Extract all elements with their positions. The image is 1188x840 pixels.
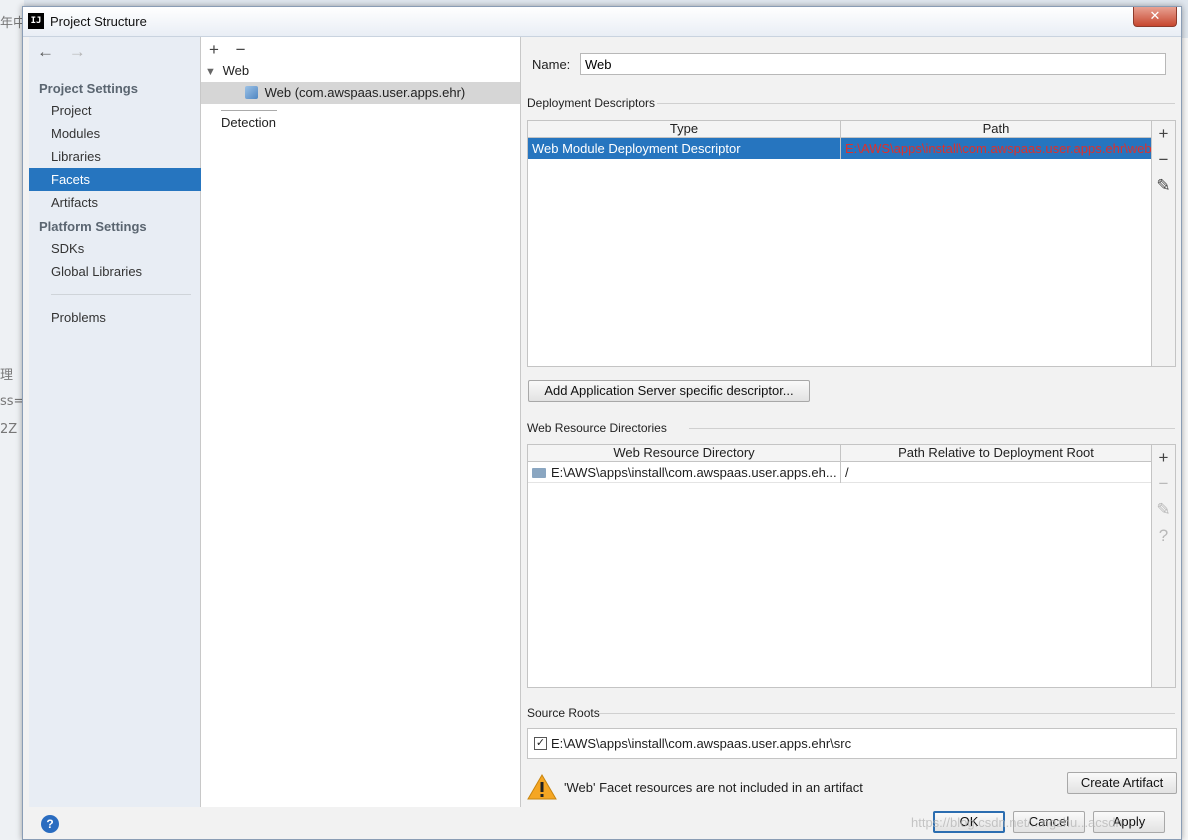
add-facet-button[interactable]: + bbox=[209, 40, 219, 59]
facet-name-input[interactable] bbox=[580, 53, 1166, 75]
table-header: Type Path bbox=[528, 121, 1151, 138]
source-roots-list: ✓ E:\AWS\apps\install\com.awspaas.user.a… bbox=[527, 728, 1177, 759]
warning-message: 'Web' Facet resources are not included i… bbox=[564, 780, 863, 795]
help-web-resource-icon[interactable]: ? bbox=[1152, 523, 1175, 549]
web-resource-tools: + − ✎ ? bbox=[1152, 444, 1176, 688]
relative-path-cell[interactable]: / bbox=[840, 462, 1151, 483]
title-bar: IJ Project Structure ✕ bbox=[23, 7, 1181, 37]
sidebar-item-global-libraries[interactable]: Global Libraries bbox=[29, 260, 201, 283]
web-resource-directories-title: Web Resource Directories bbox=[527, 421, 667, 435]
descriptor-tools: + − ✎ bbox=[1152, 120, 1176, 367]
group-divider bbox=[689, 428, 1175, 429]
forward-arrow-icon[interactable]: → bbox=[69, 42, 86, 61]
tree-node-label: Web bbox=[222, 63, 250, 78]
tree-node-web-facet[interactable]: Web (com.awspaas.user.apps.ehr) bbox=[201, 82, 520, 104]
back-arrow-icon[interactable]: ← bbox=[37, 42, 54, 61]
web-facet-icon bbox=[245, 86, 258, 99]
warning-icon bbox=[527, 774, 557, 800]
group-divider bbox=[599, 713, 1175, 714]
sidebar-item-problems[interactable]: Problems bbox=[29, 306, 201, 329]
background-fragment: 2Z bbox=[0, 422, 18, 437]
facet-details-panel: Name: Deployment Descriptors Type Path W… bbox=[522, 37, 1181, 807]
tree-node-web-root[interactable]: ▼ Web bbox=[205, 60, 521, 82]
folder-icon bbox=[532, 468, 546, 478]
project-settings-heading: Project Settings bbox=[39, 81, 138, 96]
sidebar-item-project[interactable]: Project bbox=[29, 99, 201, 122]
chevron-down-icon[interactable]: ▼ bbox=[205, 61, 219, 83]
descriptor-path-cell[interactable]: E:\AWS\apps\install\com.awspaas.user.app… bbox=[840, 138, 1151, 159]
sidebar-item-modules[interactable]: Modules bbox=[29, 122, 201, 145]
remove-facet-button[interactable]: − bbox=[236, 40, 246, 59]
background-fragment: 理 bbox=[0, 368, 14, 383]
close-icon[interactable]: ✕ bbox=[1133, 7, 1177, 27]
facets-tree-panel: + − ▼ Web Web (com.awspaas.user.apps.ehr… bbox=[201, 37, 521, 807]
add-descriptor-button[interactable]: + bbox=[1152, 121, 1175, 147]
add-web-resource-button[interactable]: + bbox=[1152, 445, 1175, 471]
remove-descriptor-button[interactable]: − bbox=[1152, 147, 1175, 173]
source-root-path: E:\AWS\apps\install\com.awspaas.user.app… bbox=[551, 736, 852, 751]
background-left-gutter bbox=[0, 0, 24, 840]
platform-settings-heading: Platform Settings bbox=[39, 219, 147, 234]
group-divider bbox=[657, 103, 1175, 104]
deployment-descriptors-title: Deployment Descriptors bbox=[527, 96, 656, 110]
edit-web-resource-icon[interactable]: ✎ bbox=[1152, 497, 1175, 523]
table-row[interactable]: Web Module Deployment Descriptor E:\AWS\… bbox=[528, 138, 1151, 159]
help-icon[interactable]: ? bbox=[41, 815, 59, 833]
web-resource-directory-cell[interactable]: E:\AWS\apps\install\com.awspaas.user.app… bbox=[528, 462, 840, 483]
directory-path: E:\AWS\apps\install\com.awspaas.user.app… bbox=[551, 465, 837, 480]
descriptor-type-cell[interactable]: Web Module Deployment Descriptor bbox=[528, 138, 840, 159]
navigation-arrows: ← → bbox=[37, 42, 96, 62]
facets-toolbar: + − bbox=[209, 40, 258, 60]
table-header: Web Resource Directory Path Relative to … bbox=[528, 445, 1151, 462]
add-server-descriptor-button[interactable]: Add Application Server specific descript… bbox=[528, 380, 810, 402]
intellij-logo-icon: IJ bbox=[28, 13, 44, 29]
tree-node-detection[interactable]: Detection bbox=[221, 112, 276, 134]
background-fragment: ss= bbox=[0, 394, 25, 409]
column-header-web-resource-directory[interactable]: Web Resource Directory bbox=[528, 445, 840, 461]
column-header-relative-path[interactable]: Path Relative to Deployment Root bbox=[840, 445, 1151, 461]
table-row[interactable]: E:\AWS\apps\install\com.awspaas.user.app… bbox=[528, 462, 1151, 483]
column-header-type[interactable]: Type bbox=[528, 121, 840, 137]
settings-sidebar: ← → Project Settings Project Modules Lib… bbox=[29, 37, 201, 807]
sidebar-item-sdks[interactable]: SDKs bbox=[29, 237, 201, 260]
watermark: https://blog.csdn.net/...ngzhu...acsdn bbox=[911, 815, 1123, 830]
project-structure-dialog: IJ Project Structure ✕ ← → Project Setti… bbox=[22, 6, 1182, 840]
remove-web-resource-button[interactable]: − bbox=[1152, 471, 1175, 497]
deployment-descriptors-table: Type Path Web Module Deployment Descript… bbox=[527, 120, 1152, 367]
source-root-checkbox[interactable]: ✓ bbox=[534, 737, 547, 750]
window-title: Project Structure bbox=[50, 14, 147, 29]
web-resource-directories-table: Web Resource Directory Path Relative to … bbox=[527, 444, 1152, 688]
tree-node-label: Web (com.awspaas.user.apps.ehr) bbox=[264, 85, 466, 100]
dialog-footer: ? OK Cancel Apply https://blog.csdn.net/… bbox=[23, 807, 1181, 839]
sidebar-item-artifacts[interactable]: Artifacts bbox=[29, 191, 201, 214]
sidebar-item-facets[interactable]: Facets bbox=[29, 168, 201, 191]
source-roots-title: Source Roots bbox=[527, 706, 600, 720]
name-label: Name: bbox=[532, 57, 571, 72]
detection-divider bbox=[221, 110, 277, 111]
column-header-path[interactable]: Path bbox=[840, 121, 1151, 137]
sidebar-item-libraries[interactable]: Libraries bbox=[29, 145, 201, 168]
edit-descriptor-icon[interactable]: ✎ bbox=[1152, 173, 1175, 199]
sidebar-divider bbox=[51, 294, 191, 295]
create-artifact-button[interactable]: Create Artifact bbox=[1067, 772, 1177, 794]
